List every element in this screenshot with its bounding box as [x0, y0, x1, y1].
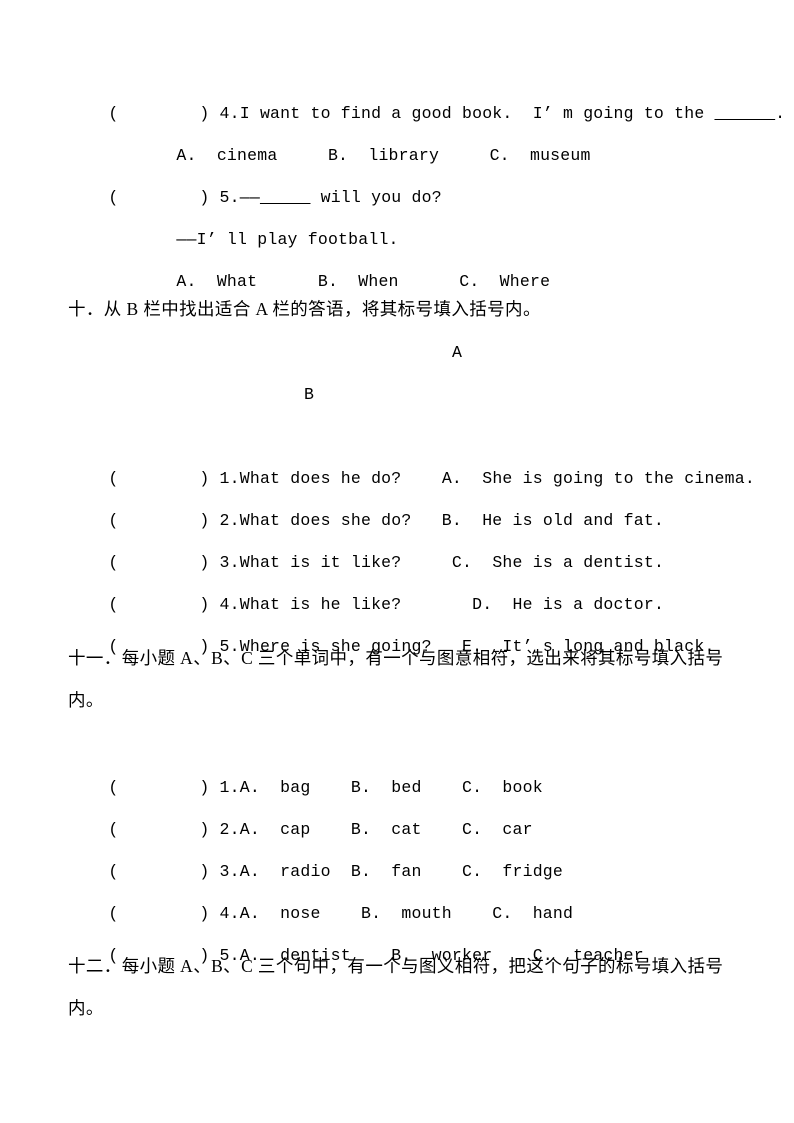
options-row-9-5: A. What B. When C. Where — [68, 219, 794, 291]
match-row-2: ( ) 2.What does she do? B. He is old and… — [68, 458, 740, 530]
section-heading-eleven: 十一．每小题 A、B、C 三个单词中，有一个与图意相符，选出来将其标号填入括号内… — [68, 637, 740, 721]
section-heading-ten: 十．从 B 栏中找出适合 A 栏的答语，将其标号填入括号内。 — [68, 288, 740, 330]
question-row-9-5: ( ) 5.——_____ will you do? — [68, 135, 740, 207]
vocab-row-4: ( ) 4.A. nose B. mouth C. hand — [68, 851, 740, 923]
match-row-5: ( ) 5.Where is she going? E. It’ s long … — [68, 584, 740, 656]
section-heading-text: 十．从 B 栏中找出适合 A 栏的答语，将其标号填入括号内。 — [68, 299, 541, 319]
column-header-a: A — [452, 332, 462, 374]
column-header-b: B — [304, 374, 314, 416]
question-row-9-4: ( ) 4.I want to find a good book. I’ m g… — [68, 51, 785, 123]
match-row-1: ( ) 1.What does he do? A. She is going t… — [68, 416, 754, 488]
dialogue-row-9-5: ——I’ ll play football. — [68, 177, 794, 249]
section-heading-text: 十二．每小题 A、B、C 三个句中，有一个与图义相符，把这个句子的标号填入括号内… — [68, 956, 724, 1018]
section-heading-twelve: 十二．每小题 A、B、C 三个句中，有一个与图义相符，把这个句子的标号填入括号内… — [68, 945, 740, 1029]
column-header-b-label: B — [304, 385, 314, 404]
options-row-9-4: A. cinema B. library C. museum — [68, 93, 794, 165]
match-row-4: ( ) 4.What is he like? D. He is a doctor… — [68, 542, 740, 614]
vocab-row-1: ( ) 1.A. bag B. bed C. book — [68, 725, 740, 797]
vocab-row-2: ( ) 2.A. cap B. cat C. car — [68, 767, 740, 839]
vocab-row-5: ( ) 5.A. dentist B. worker C. teacher — [68, 893, 740, 965]
section-heading-text: 十一．每小题 A、B、C 三个单词中，有一个与图意相符，选出来将其标号填入括号内… — [68, 648, 724, 710]
match-row-3: ( ) 3.What is it like? C. She is a denti… — [68, 500, 740, 572]
exam-page: ( ) 4.I want to find a good book. I’ m g… — [0, 0, 794, 1123]
column-header-a-label: A — [452, 343, 462, 362]
vocab-row-3: ( ) 3.A. radio B. fan C. fridge — [68, 809, 740, 881]
